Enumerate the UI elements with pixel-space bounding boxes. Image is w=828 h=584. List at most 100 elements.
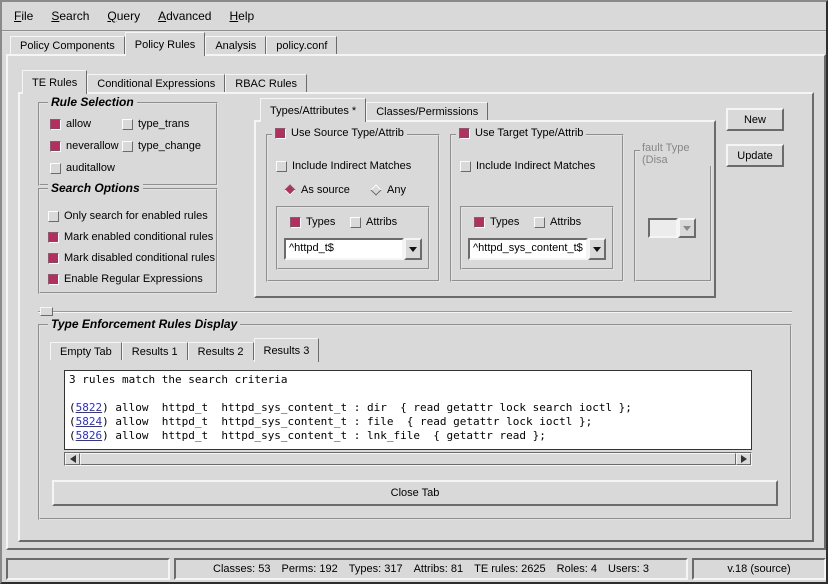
statusbar-stats-panel: Classes: 53 Perms: 192 Types: 317 Attrib… [174, 558, 688, 580]
tab-results-3[interactable]: Results 3 [254, 338, 320, 362]
rule-text: ) allow httpd_t httpd_sys_content_t : fi… [102, 415, 592, 428]
checkbox-mark-enabled-conditional[interactable]: Mark enabled conditional rules [48, 231, 213, 243]
checkbox-indicator [48, 211, 59, 222]
checkbox-allow[interactable]: allow [50, 118, 91, 130]
checkbox-source-attribs[interactable]: Attribs [350, 216, 397, 228]
checkbox-use-target-type[interactable]: Use Target Type/Attrib [456, 127, 586, 139]
dropdown-arrow-icon [593, 247, 601, 252]
new-button[interactable]: New [726, 108, 784, 131]
checkbox-indicator [474, 217, 485, 228]
rule-selection-title: Rule Selection [48, 95, 137, 109]
tab-empty-tab[interactable]: Empty Tab [50, 342, 122, 360]
tab-types-attributes[interactable]: Types/Attributes * [260, 98, 366, 122]
te-rules-display-title: Type Enforcement Rules Display [48, 317, 240, 331]
tab-classes-permissions[interactable]: Classes/Permissions [366, 102, 488, 120]
tab-policy-rules[interactable]: Policy Rules [125, 32, 206, 56]
menu-search[interactable]: Search [42, 6, 98, 26]
rule-selection-group: Rule Selection allow type_trans neverall… [38, 102, 218, 186]
target-type-group: Use Target Type/Attrib Include Indirect … [450, 134, 624, 282]
checkbox-source-include-indirect[interactable]: Include Indirect Matches [276, 160, 411, 172]
scroll-left-button[interactable] [65, 453, 80, 465]
checkbox-indicator [290, 217, 301, 228]
stat-attribs: Attribs: 81 [414, 563, 464, 575]
stat-perms: Perms: 192 [282, 563, 338, 575]
checkbox-target-types[interactable]: Types [474, 216, 519, 228]
tab-conditional-expressions[interactable]: Conditional Expressions [87, 74, 225, 92]
tab-results-2[interactable]: Results 2 [188, 342, 254, 360]
results-tab-bar: Empty Tab Results 1 Results 2 Results 3 [50, 342, 319, 360]
menu-query[interactable]: Query [98, 6, 149, 26]
default-type-group [634, 150, 712, 282]
checkbox-target-attribs[interactable]: Attribs [534, 216, 581, 228]
arrow-left-icon [70, 455, 76, 463]
results-summary: 3 rules match the search criteria [69, 373, 747, 387]
radio-indicator [284, 184, 295, 195]
rule-id-link[interactable]: 5824 [76, 415, 103, 428]
checkbox-target-include-indirect[interactable]: Include Indirect Matches [460, 160, 595, 172]
default-type-entry [648, 218, 678, 238]
checkbox-neverallow[interactable]: neverallow [50, 140, 119, 152]
scroll-right-button[interactable] [736, 453, 751, 465]
update-button[interactable]: Update [726, 144, 784, 167]
checkbox-auditallow[interactable]: auditallow [50, 162, 115, 174]
checkbox-mark-disabled-conditional[interactable]: Mark disabled conditional rules [48, 252, 215, 264]
checkbox-indicator [48, 253, 59, 264]
checkbox-only-enabled-rules[interactable]: Only search for enabled rules [48, 210, 208, 222]
checkbox-indicator [460, 161, 471, 172]
checkbox-source-types[interactable]: Types [290, 216, 335, 228]
default-type-combobox [648, 218, 696, 238]
source-type-combobox: ^httpd_t$ [284, 238, 422, 260]
te-rules-tab-bar: TE Rules Conditional Expressions RBAC Ru… [22, 74, 307, 92]
target-type-entry[interactable]: ^httpd_sys_content_t$ [468, 238, 588, 260]
menu-advanced[interactable]: Advanced [149, 6, 220, 26]
checkbox-indicator [50, 141, 61, 152]
results-h-scrollbar [64, 452, 752, 466]
tab-policy-components[interactable]: Policy Components [10, 36, 125, 54]
search-options-title: Search Options [48, 181, 143, 195]
checkbox-indicator [459, 128, 470, 139]
types-attributes-panel: Use Source Type/Attrib Include Indirect … [254, 120, 716, 298]
results-text-area[interactable]: 3 rules match the search criteria (5822)… [64, 370, 752, 450]
checkbox-enable-regex[interactable]: Enable Regular Expressions [48, 273, 203, 285]
menu-file[interactable]: File [5, 6, 42, 26]
rule-line: (5824) allow httpd_t httpd_sys_content_t… [69, 415, 747, 429]
blank-line [69, 387, 747, 401]
checkbox-indicator [276, 161, 287, 172]
checkbox-type-trans[interactable]: type_trans [122, 118, 189, 130]
tab-rbac-rules[interactable]: RBAC Rules [225, 74, 307, 92]
checkbox-indicator [275, 128, 286, 139]
dropdown-arrow-icon [683, 226, 691, 231]
scrollbar-thumb[interactable] [80, 453, 736, 465]
tab-analysis[interactable]: Analysis [205, 36, 266, 54]
default-type-label: fault Type (Disa [640, 142, 714, 166]
menu-help[interactable]: Help [220, 6, 263, 26]
source-type-entry[interactable]: ^httpd_t$ [284, 238, 404, 260]
target-type-combobox: ^httpd_sys_content_t$ [468, 238, 606, 260]
checkbox-use-source-type[interactable]: Use Source Type/Attrib [272, 127, 407, 139]
source-type-dropdown-button[interactable] [404, 238, 422, 260]
stat-roles: Roles: 4 [557, 563, 597, 575]
app-window: File Search Query Advanced Help Policy C… [0, 0, 828, 584]
sash-handle[interactable] [40, 307, 53, 316]
rule-id-link[interactable]: 5822 [76, 401, 103, 414]
radio-as-source[interactable]: As source [284, 184, 350, 196]
checkbox-type-change[interactable]: type_change [122, 140, 201, 152]
radio-any[interactable]: Any [370, 184, 406, 196]
stat-types: Types: 317 [349, 563, 403, 575]
rule-text: ) allow httpd_t httpd_sys_content_t : ln… [102, 429, 546, 442]
tab-results-1[interactable]: Results 1 [122, 342, 188, 360]
menubar: File Search Query Advanced Help [2, 2, 826, 32]
types-attributes-tab-bar: Types/Attributes * Classes/Permissions [260, 102, 488, 120]
rule-prefix: ( [69, 429, 76, 442]
rule-line: (5826) allow httpd_t httpd_sys_content_t… [69, 429, 747, 443]
default-type-dropdown-button [678, 218, 696, 238]
checkbox-indicator [48, 274, 59, 285]
checkbox-indicator [50, 119, 61, 130]
tab-te-rules[interactable]: TE Rules [22, 70, 87, 94]
pane-divider [38, 311, 792, 313]
close-tab-button[interactable]: Close Tab [52, 480, 778, 506]
tab-policy-conf[interactable]: policy.conf [266, 36, 337, 54]
target-type-dropdown-button[interactable] [588, 238, 606, 260]
te-rules-panel: Rule Selection allow type_trans neverall… [18, 92, 814, 542]
rule-id-link[interactable]: 5826 [76, 429, 103, 442]
